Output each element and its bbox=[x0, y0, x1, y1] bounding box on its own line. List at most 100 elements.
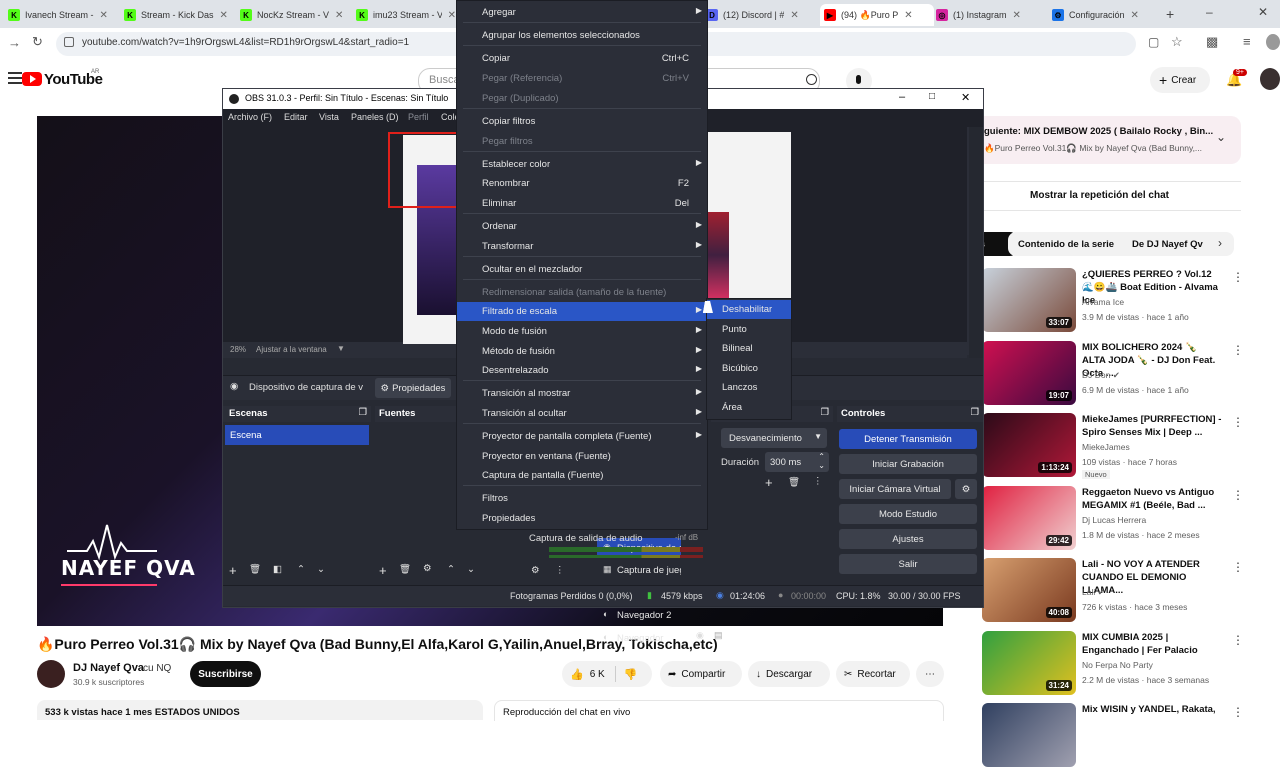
controls-undock-icon[interactable]: ❐ bbox=[970, 407, 979, 418]
scene-item[interactable]: Escena bbox=[225, 425, 369, 445]
site-info-icon[interactable] bbox=[64, 37, 74, 47]
recommended-video[interactable]: 40:08 Lali - NO VOY A ATENDER CUANDO EL D… bbox=[982, 558, 1244, 626]
recommended-video[interactable]: Mix WISIN y YANDEL, Rakata, ⋮ bbox=[982, 703, 1244, 771]
user-avatar[interactable] bbox=[1260, 68, 1280, 90]
source-up-icon[interactable]: ⌃ bbox=[447, 564, 455, 575]
obs-menu-item[interactable]: Perfil bbox=[408, 112, 429, 122]
context-menu-item[interactable]: Desentrelazado ▶ bbox=[457, 361, 707, 380]
obs-close-icon[interactable]: ✕ bbox=[961, 91, 970, 104]
bookmark-star-icon[interactable]: ☆ bbox=[1171, 34, 1183, 50]
show-chat-replay-button[interactable]: Mostrar la repetición del chat bbox=[958, 181, 1241, 211]
fit-window-label[interactable]: Ajustar a la ventana bbox=[256, 345, 327, 354]
search-input[interactable]: Busca bbox=[429, 74, 460, 86]
context-menu-item[interactable]: Proyector de pantalla completa (Fuente) ▶ bbox=[457, 427, 707, 446]
channel-avatar[interactable] bbox=[37, 660, 65, 688]
video-title-link[interactable]: MiekeJames [PURRFECTION] - Spiro Senses … bbox=[1082, 413, 1222, 439]
filter-chip[interactable]: Contenido de la serie bbox=[1008, 232, 1136, 256]
remove-transition-icon[interactable]: 🗑 bbox=[788, 477, 800, 488]
video-title-link[interactable]: Mix WISIN y YANDEL, Rakata, bbox=[1082, 703, 1222, 716]
duration-spinbox[interactable]: 300 ms ⌃ ⌄ bbox=[765, 452, 829, 472]
source-item[interactable]: ◐ Navegador bbox=[597, 628, 681, 648]
scenes-undock-icon[interactable]: ❐ bbox=[358, 407, 367, 418]
move-up-icon[interactable]: ⌃ bbox=[297, 564, 305, 575]
create-button[interactable]: + Crear bbox=[1150, 67, 1210, 93]
move-down-icon[interactable]: ⌄ bbox=[317, 564, 325, 575]
tab-close-icon[interactable]: ✕ bbox=[448, 10, 456, 21]
more-options-icon[interactable]: ⋮ bbox=[1232, 343, 1244, 357]
recommended-video[interactable]: 31:24 MIX CUMBIA 2025 | Enganchado | Fer … bbox=[982, 630, 1244, 699]
source-item[interactable]: ◐ Navegador 2 bbox=[597, 605, 681, 625]
context-menu-item[interactable]: Captura de pantalla (Fuente) bbox=[457, 466, 707, 485]
context-menu-item[interactable]: Transición al mostrar ▶ bbox=[457, 384, 707, 403]
extensions-icon[interactable]: ▩ bbox=[1206, 34, 1218, 50]
more-options-icon[interactable]: ⋮ bbox=[1232, 560, 1244, 574]
back-icon[interactable]: → bbox=[8, 35, 21, 50]
submenu-item[interactable]: Bilineal bbox=[707, 339, 791, 358]
submenu-item[interactable]: Área bbox=[707, 398, 791, 417]
context-menu-item[interactable]: Ocultar en el mezclador bbox=[457, 260, 707, 279]
transition-select[interactable]: Desvanecimiento ▼ bbox=[721, 428, 827, 448]
close-window-icon[interactable]: ✕ bbox=[1258, 5, 1268, 19]
video-channel[interactable]: Alvama Ice bbox=[1082, 297, 1124, 307]
lock-icon[interactable]: ▤ bbox=[714, 630, 723, 641]
video-thumbnail[interactable]: 33:07 bbox=[982, 268, 1076, 332]
browser-tab[interactable]: D (12) Discord | # ✕ bbox=[706, 4, 816, 26]
browser-tab[interactable]: ⚙ Configuración ✕ bbox=[1052, 4, 1162, 26]
video-thumbnail[interactable]: 40:08 bbox=[982, 558, 1076, 622]
exit-button[interactable]: Salir bbox=[839, 554, 977, 574]
reading-list-icon[interactable]: ≡ bbox=[1243, 34, 1251, 49]
obs-maximize-icon[interactable]: □ bbox=[929, 91, 935, 102]
context-menu-item[interactable]: Agrupar los elementos seleccionados bbox=[457, 26, 707, 45]
browser-tab[interactable]: ◎ (1) Instagram ✕ bbox=[936, 4, 1046, 26]
video-thumbnail[interactable]: 1:13:24 bbox=[982, 413, 1076, 477]
share-button[interactable]: ➦ Compartir bbox=[660, 661, 742, 687]
clip-button[interactable]: ✂ Recortar bbox=[836, 661, 910, 687]
obs-minimize-icon[interactable]: – bbox=[899, 91, 905, 103]
context-menu-item[interactable]: Transformar ▶ bbox=[457, 237, 707, 256]
context-menu-item[interactable]: Filtros bbox=[457, 489, 707, 508]
submenu-item[interactable]: Punto bbox=[707, 320, 791, 339]
search-icon[interactable] bbox=[806, 74, 817, 85]
video-channel[interactable]: DJ Don ✔ bbox=[1082, 370, 1120, 381]
chevron-right-icon[interactable]: › bbox=[1218, 236, 1222, 250]
remove-scene-icon[interactable]: 🗑 bbox=[249, 564, 261, 575]
browser-tab[interactable]: ▶ (94) 🔥Puro P ✕ bbox=[820, 4, 934, 26]
download-button[interactable]: ↓ Descargar bbox=[748, 661, 830, 687]
context-menu-item[interactable]: Copiar Ctrl+C bbox=[457, 49, 707, 68]
browser-tab[interactable]: K Stream - Kick Das ✕ bbox=[124, 4, 232, 26]
source-settings-gear-icon[interactable]: ⚙ bbox=[423, 563, 432, 574]
reload-icon[interactable]: ↻ bbox=[32, 34, 43, 50]
context-menu-item[interactable]: Transición al ocultar ▶ bbox=[457, 404, 707, 423]
video-thumbnail[interactable]: 31:24 bbox=[982, 630, 1076, 695]
tab-close-icon[interactable]: ✕ bbox=[790, 10, 798, 21]
submenu-item[interactable]: Deshabilitar bbox=[707, 300, 791, 319]
context-menu-item[interactable]: Eliminar Del bbox=[457, 194, 707, 213]
chevron-down-icon[interactable]: ⌄ bbox=[1216, 130, 1226, 144]
virtual-camera-button[interactable]: Iniciar Cámara Virtual bbox=[839, 479, 951, 499]
more-options-icon[interactable]: ⋮ bbox=[1232, 415, 1244, 429]
more-options-icon[interactable]: ⋮ bbox=[1232, 270, 1244, 284]
more-actions-icon[interactable]: ⋯ bbox=[916, 661, 944, 687]
description-box[interactable]: 533 k vistas hace 1 mes ESTADOS UNIDOS bbox=[37, 700, 483, 720]
video-thumbnail[interactable]: 29:42 bbox=[982, 485, 1076, 550]
subscribe-button[interactable]: Suscribirse bbox=[190, 661, 261, 687]
recommended-video[interactable]: 19:07 MIX BOLICHERO 2024 🍾 ALTA JODA 🍾 - … bbox=[982, 340, 1244, 409]
preview-scrollbar[interactable] bbox=[969, 127, 983, 358]
context-menu-item[interactable]: Ordenar ▶ bbox=[457, 217, 707, 236]
obs-menu-item[interactable]: Archivo (F) bbox=[228, 112, 272, 122]
stop-stream-button[interactable]: Detener Transmisión bbox=[839, 429, 977, 449]
dislike-icon[interactable]: 👎 bbox=[624, 668, 638, 681]
virtual-camera-settings-icon[interactable]: ⚙ bbox=[955, 479, 977, 499]
context-menu-item[interactable]: Copiar filtros bbox=[457, 112, 707, 131]
menu-icon[interactable] bbox=[8, 72, 22, 74]
fit-dropdown-icon[interactable]: ▼ bbox=[337, 344, 345, 353]
video-thumbnail[interactable]: 19:07 bbox=[982, 340, 1076, 405]
tab-close-icon[interactable]: ✕ bbox=[335, 10, 343, 21]
mixer-menu-icon[interactable]: ⋮ bbox=[555, 565, 565, 576]
tab-close-icon[interactable]: ✕ bbox=[1013, 10, 1021, 21]
spin-arrows-icon[interactable]: ⌃ ⌄ bbox=[818, 452, 825, 470]
obs-menu-item[interactable]: Vista bbox=[319, 112, 339, 122]
settings-button[interactable]: Ajustes bbox=[839, 529, 977, 549]
new-tab-button[interactable]: + bbox=[1166, 6, 1174, 22]
tab-close-icon[interactable]: ✕ bbox=[220, 10, 228, 21]
